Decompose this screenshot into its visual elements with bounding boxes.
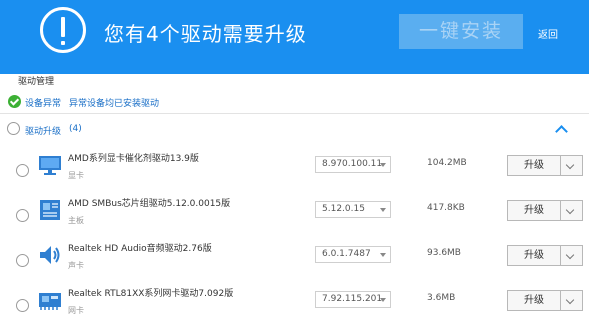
upgrade-options-button[interactable] xyxy=(561,245,583,266)
version-dropdown[interactable]: 7.92.115.201 xyxy=(315,291,391,308)
driver-category: 显卡 xyxy=(68,171,84,180)
driver-upgrade-section-header: 驱动升级 (4) xyxy=(0,115,589,143)
driver-category: 主板 xyxy=(68,216,84,225)
driver-name: AMD SMBus芯片组驱动5.12.0.0015版 xyxy=(68,199,231,209)
section-title: 驱动升级 xyxy=(25,127,62,137)
chevron-up-icon[interactable] xyxy=(555,125,568,138)
row-select-radio[interactable] xyxy=(16,254,29,267)
alert-icon xyxy=(40,7,86,53)
tab-software-management[interactable]: 软件管理 xyxy=(172,74,208,90)
section-count: (4) xyxy=(69,124,82,134)
upgrade-button[interactable]: 升级 xyxy=(507,245,561,266)
driver-category: 网卡 xyxy=(68,306,84,315)
upgrade-options-button[interactable] xyxy=(561,290,583,311)
tab-system-assistant[interactable]: 系统助手 xyxy=(98,74,134,90)
list-item: Realtek HD Audio音频驱动2.76版 声卡 6.0.1.7487 … xyxy=(0,236,589,282)
driver-category: 声卡 xyxy=(68,261,84,270)
row-select-radio[interactable] xyxy=(16,299,29,312)
motherboard-icon xyxy=(40,200,60,220)
device-error-link[interactable]: 设备异常 xyxy=(25,96,61,109)
version-dropdown[interactable]: 8.970.100.11 xyxy=(315,156,391,173)
upgrade-button[interactable]: 升级 xyxy=(507,290,561,311)
chevron-down-icon xyxy=(380,163,386,167)
tab-toolbox[interactable]: 百宝箱 xyxy=(396,74,423,90)
upgrade-button[interactable]: 升级 xyxy=(507,200,561,221)
list-item: AMD系列显卡催化剂驱动13.9版 显卡 8.970.100.11 104.2M… xyxy=(0,146,589,192)
upgrade-options-button[interactable] xyxy=(561,200,583,221)
page-title: 您有4个驱动需要升级 xyxy=(104,22,307,46)
row-select-radio[interactable] xyxy=(16,164,29,177)
chevron-down-icon xyxy=(380,253,386,257)
back-link[interactable]: 返回 xyxy=(538,26,558,41)
version-value: 8.970.100.11 xyxy=(322,159,383,169)
driver-size: 93.6MB xyxy=(427,248,461,258)
list-item: AMD SMBus芯片组驱动5.12.0.0015版 主板 5.12.0.15 … xyxy=(0,191,589,237)
version-value: 7.92.115.201 xyxy=(322,294,383,304)
one-click-install-button[interactable]: 一键安装 xyxy=(399,14,523,49)
select-all-radio[interactable] xyxy=(7,122,20,135)
row-select-radio[interactable] xyxy=(16,209,29,222)
tab-junk-cleanup[interactable]: 垃圾清理 xyxy=(246,74,282,90)
chevron-down-icon xyxy=(380,298,386,302)
uninstalled-error-link[interactable]: 异常设备均已安装驱动 xyxy=(69,96,159,109)
check-icon xyxy=(8,95,21,108)
version-dropdown[interactable]: 5.12.0.15 xyxy=(315,201,391,218)
tab-bar: 驱动管理 系统助手 软件管理 垃圾清理 硬件检测 百宝箱 xyxy=(0,74,589,90)
network-card-icon xyxy=(39,293,61,310)
speaker-icon xyxy=(40,246,60,264)
tab-driver-management[interactable]: 驱动管理 xyxy=(0,74,72,90)
header-banner: 您有4个驱动需要升级 一键安装 返回 xyxy=(0,0,589,74)
tab-hardware-detection[interactable]: 硬件检测 xyxy=(319,74,355,90)
driver-name: AMD系列显卡催化剂驱动13.9版 xyxy=(68,154,199,164)
driver-name: Realtek HD Audio音频驱动2.76版 xyxy=(68,244,212,254)
monitor-icon xyxy=(39,156,61,175)
upgrade-options-button[interactable] xyxy=(561,155,583,176)
driver-size: 104.2MB xyxy=(427,158,467,168)
driver-size: 417.8KB xyxy=(427,203,465,213)
status-bar: 设备异常 异常设备均已安装驱动 xyxy=(0,90,589,114)
driver-name: Realtek RTL81XX系列网卡驱动7.092版 xyxy=(68,289,234,299)
upgrade-button[interactable]: 升级 xyxy=(507,155,561,176)
list-item: Realtek RTL81XX系列网卡驱动7.092版 网卡 7.92.115.… xyxy=(0,281,589,325)
driver-size: 3.6MB xyxy=(427,293,456,303)
chevron-down-icon xyxy=(380,208,386,212)
version-dropdown[interactable]: 6.0.1.7487 xyxy=(315,246,391,263)
version-value: 6.0.1.7487 xyxy=(322,249,371,259)
version-value: 5.12.0.15 xyxy=(322,204,365,214)
